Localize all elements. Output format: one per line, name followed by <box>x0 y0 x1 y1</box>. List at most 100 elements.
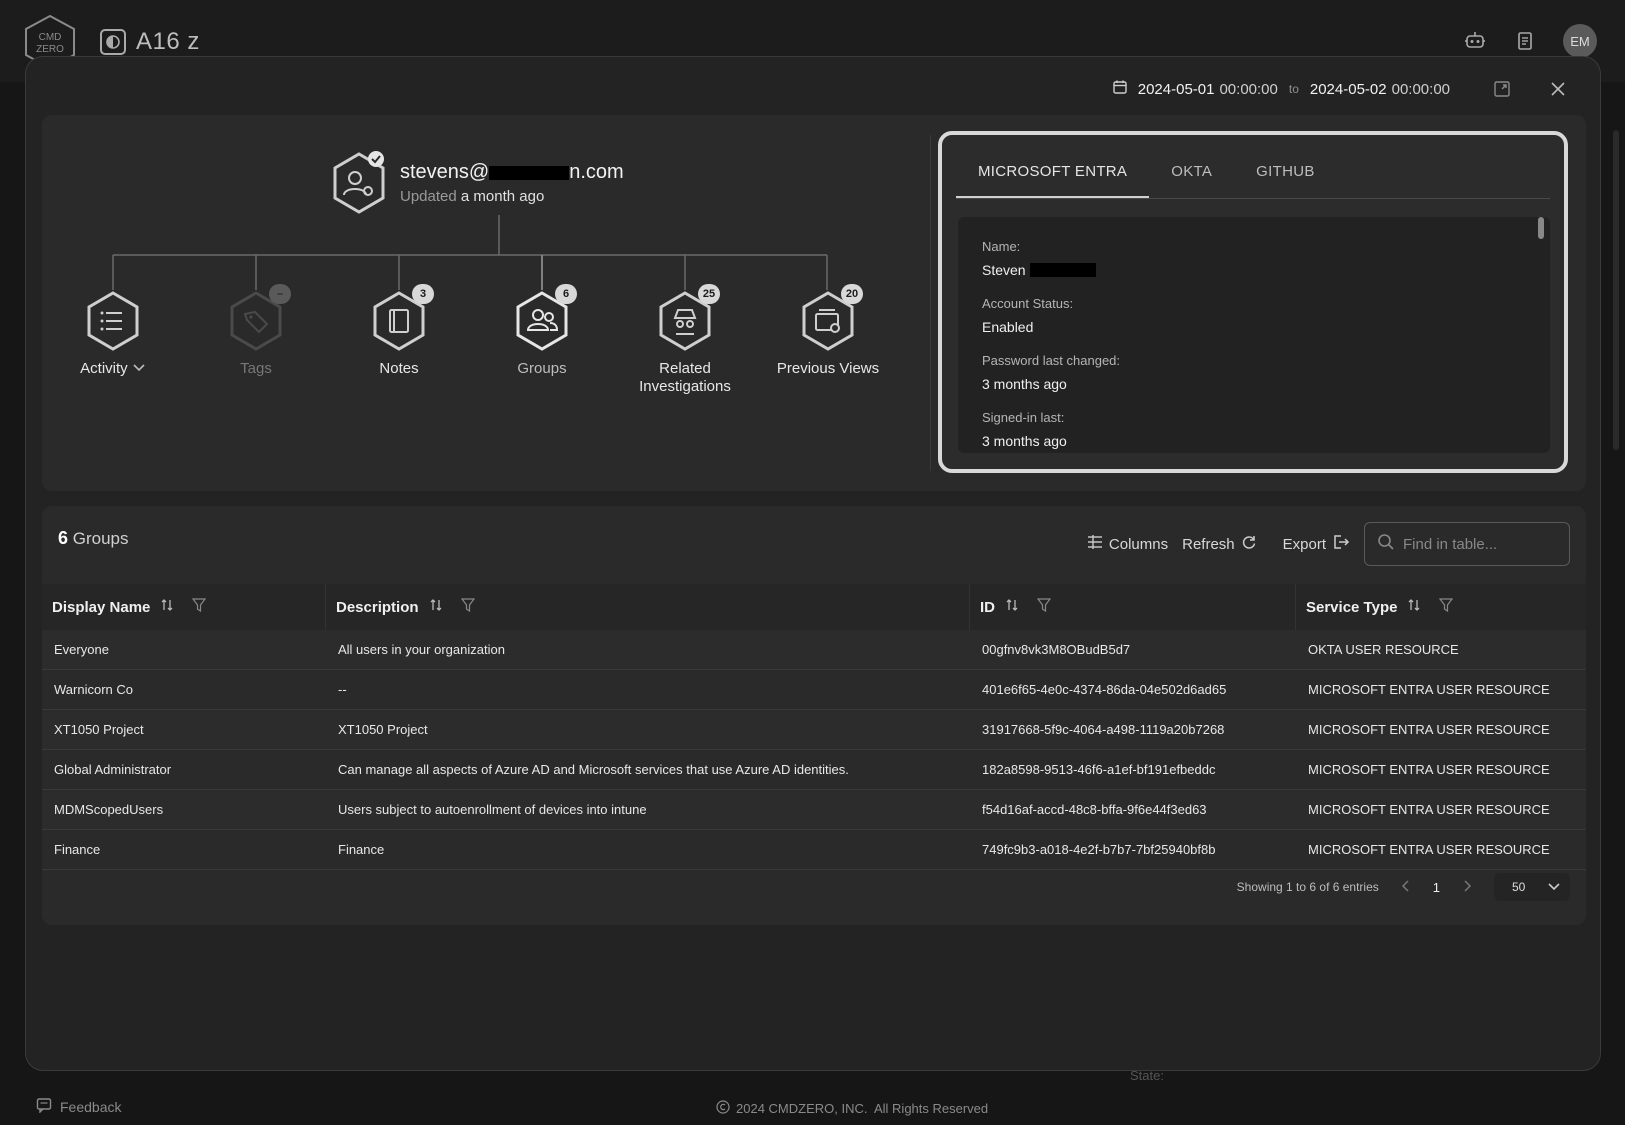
views-badge: 20 <box>841 284 863 304</box>
table-search-input[interactable]: Find in table... <box>1364 522 1570 566</box>
field-name-value: Steven <box>982 262 1526 278</box>
expand-icon[interactable] <box>1490 77 1514 101</box>
page-size-value: 50 <box>1512 880 1526 894</box>
activity-label: Activity <box>80 360 128 377</box>
node-activity[interactable]: Activity <box>43 290 183 378</box>
groups-table-panel: 6 Groups Columns Refresh Export Find in … <box>42 506 1586 925</box>
export-button[interactable]: Export <box>1283 534 1350 554</box>
user-avatar[interactable]: EM <box>1563 24 1597 58</box>
cell-service-type: MICROSOFT ENTRA USER RESOURCE <box>1308 842 1550 857</box>
date-to-word: to <box>1288 82 1299 96</box>
filter-icon[interactable] <box>460 598 475 616</box>
col-id-label: ID <box>980 598 995 616</box>
col-id[interactable]: ID <box>970 584 1296 630</box>
sort-icon[interactable] <box>1005 598 1019 616</box>
date-range[interactable]: 2024-05-01 00:00:00 to 2024-05-02 00:00:… <box>1138 81 1450 98</box>
node-groups-label: Groups <box>517 360 567 377</box>
user-email-start: stevens@ <box>400 161 490 183</box>
groups-count: 6 <box>58 528 69 548</box>
col-service-type-label: Service Type <box>1306 598 1398 616</box>
table-row[interactable]: Everyone All users in your organization … <box>42 630 1586 670</box>
cell-display-name: MDMScopedUsers <box>54 802 164 817</box>
pagination-summary: Showing 1 to 6 of 6 entries <box>1236 880 1379 894</box>
cell-display-name: Everyone <box>54 642 109 657</box>
calendar-icon[interactable] <box>1112 79 1128 99</box>
field-password-value: 3 months ago <box>982 376 1067 392</box>
table-row[interactable]: MDMScopedUsers Users subject to autoenro… <box>42 790 1586 830</box>
tags-badge: – <box>269 284 291 304</box>
tab-microsoft-entra[interactable]: MICROSOFT ENTRA <box>956 163 1150 198</box>
table-row[interactable]: XT1050 Project XT1050 Project 31917668-5… <box>42 710 1586 750</box>
tab-okta[interactable]: OKTA <box>1149 163 1234 198</box>
cell-description: Users subject to autoenrollment of devic… <box>338 802 647 817</box>
node-notes[interactable]: 3 Notes <box>329 284 469 378</box>
field-name-label: Name: <box>982 239 1021 254</box>
chevron-left-icon[interactable] <box>1401 879 1411 896</box>
refresh-button[interactable]: Refresh <box>1182 534 1257 554</box>
tag-icon: – <box>227 284 291 352</box>
page-size-select[interactable]: 50 <box>1494 873 1570 901</box>
details-scrollbar[interactable] <box>1538 217 1544 239</box>
node-groups[interactable]: 6 Groups <box>472 284 612 378</box>
feedback-button[interactable]: Feedback <box>36 1097 121 1116</box>
filter-icon[interactable] <box>192 598 207 616</box>
table-title: 6 Groups <box>58 528 129 549</box>
cell-id: 182a8598-9513-46f6-a1ef-bf191efbeddc <box>982 762 1216 777</box>
chevron-down-icon <box>1548 880 1560 894</box>
tab-github[interactable]: GITHUB <box>1234 163 1336 198</box>
col-display-name[interactable]: Display Name <box>42 584 326 630</box>
groups-badge: 6 <box>555 284 577 304</box>
chevron-right-icon[interactable] <box>1462 879 1472 896</box>
col-description-label: Description <box>336 598 419 616</box>
identity-detail-modal: 2024-05-01 00:00:00 to 2024-05-02 00:00:… <box>25 56 1601 1071</box>
docs-icon[interactable] <box>1513 29 1537 53</box>
chevron-down-icon[interactable] <box>132 360 146 377</box>
node-views-label: Previous Views <box>776 360 880 377</box>
cell-id: 00gfnv8vk3M8OBudB5d7 <box>982 642 1131 657</box>
field-signin-label: Signed-in last: <box>982 410 1065 425</box>
workspace-switcher[interactable]: A16 z <box>100 28 200 56</box>
filter-icon[interactable] <box>1036 598 1052 616</box>
node-previous-views[interactable]: 20 Previous Views <box>758 284 898 378</box>
sort-icon[interactable] <box>1407 598 1421 616</box>
node-tags[interactable]: – Tags <box>186 284 326 378</box>
groups-title: Groups <box>72 529 129 548</box>
col-service-type[interactable]: Service Type <box>1296 584 1586 630</box>
workspace-name: A16 z <box>136 28 200 55</box>
modal-header: 2024-05-01 00:00:00 to 2024-05-02 00:00:… <box>1112 77 1570 101</box>
page-number[interactable]: 1 <box>1433 880 1440 895</box>
table-row[interactable]: Warnicorn Co -- 401e6f65-4e0c-4374-86da-… <box>42 670 1586 710</box>
theme-toggle-icon[interactable] <box>100 29 126 55</box>
export-label: Export <box>1282 535 1326 553</box>
sort-icon[interactable] <box>429 598 443 616</box>
copyright-icon <box>716 1100 730 1117</box>
close-icon[interactable] <box>1546 77 1570 101</box>
cell-service-type: MICROSOFT ENTRA USER RESOURCE <box>1308 762 1550 777</box>
user-email: stevens@ n.com <box>400 161 624 184</box>
col-description[interactable]: Description <box>326 584 970 630</box>
search-icon <box>1377 533 1395 555</box>
columns-button[interactable]: Columns <box>1087 535 1168 553</box>
sort-icon[interactable] <box>160 598 174 616</box>
background-scrollbar <box>1613 130 1619 450</box>
filter-icon[interactable] <box>1439 598 1454 616</box>
robot-icon[interactable] <box>1463 29 1487 53</box>
table-row[interactable]: Finance Finance 749fc9b3-a018-4e2f-b7b7-… <box>42 830 1586 870</box>
field-status-value: Enabled <box>982 319 1034 335</box>
field-password-label: Password last changed: <box>982 353 1121 368</box>
date-to: 2024-05-02 <box>1309 80 1387 98</box>
integrations-card: MICROSOFT ENTRA OKTA GITHUB Name: Steven… <box>938 131 1568 473</box>
users-icon: 6 <box>513 284 577 352</box>
table-toolbar: Columns Refresh Export Find in table... <box>1087 522 1570 566</box>
feedback-label: Feedback <box>60 1098 122 1115</box>
user-identity-header: stevens@ n.com Updated a month ago <box>330 151 624 215</box>
export-icon <box>1332 534 1350 554</box>
panel-divider <box>930 135 931 471</box>
columns-label: Columns <box>1108 535 1169 553</box>
cell-id: f54d16af-accd-48c8-bffa-9f6e44f3ed63 <box>982 802 1207 817</box>
node-investigations-label: Related Investigations <box>639 360 731 395</box>
svg-text:ZERO: ZERO <box>36 44 64 55</box>
node-related-investigations[interactable]: 25 Related Investigations <box>615 284 755 396</box>
table-row[interactable]: Global Administrator Can manage all aspe… <box>42 750 1586 790</box>
cell-description: XT1050 Project <box>338 722 428 737</box>
